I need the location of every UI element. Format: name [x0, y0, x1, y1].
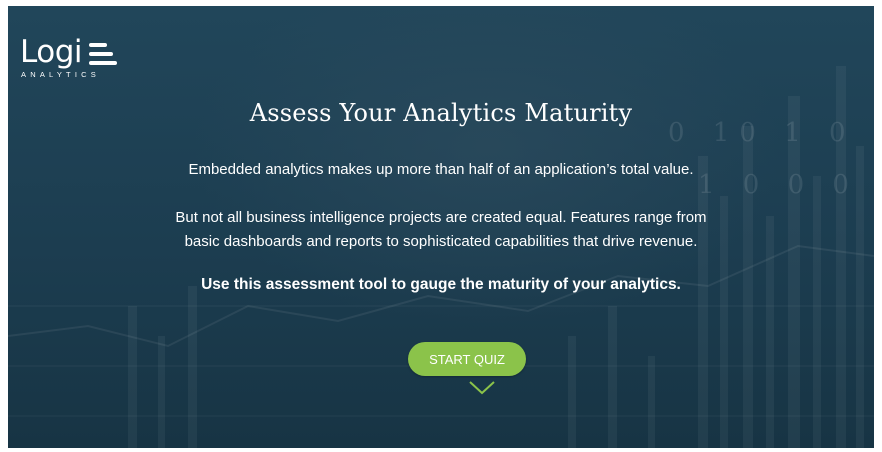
intro-emphasis: more than half	[396, 161, 493, 178]
description-paragraph: But not all business intelligence projec…	[8, 206, 874, 254]
start-quiz-button[interactable]: START QUIZ	[408, 342, 526, 376]
intro-line: Embedded analytics makes up more than ha…	[8, 161, 874, 178]
chevron-down-icon[interactable]	[468, 380, 496, 396]
hero-section: 0 10 1 0 1 0 0 0 Logi ANALYTICS Assess Y…	[8, 6, 874, 448]
description-line-1: But not all business intelligence projec…	[175, 209, 707, 226]
call-to-action-text: Use this assessment tool to gauge the ma…	[201, 276, 681, 293]
intro-text-start: Embedded analytics makes up	[188, 161, 397, 178]
intro-text-end: of an application’s total value.	[492, 161, 694, 178]
description-line-2: basic dashboards and reports to sophisti…	[184, 233, 698, 250]
logo[interactable]: Logi ANALYTICS	[20, 34, 118, 79]
logo-wordmark: Logi	[20, 34, 82, 70]
logo-subtitle: ANALYTICS	[21, 70, 100, 79]
logo-bars-icon	[89, 43, 118, 65]
page-title: Assess Your Analytics Maturity	[249, 99, 633, 127]
